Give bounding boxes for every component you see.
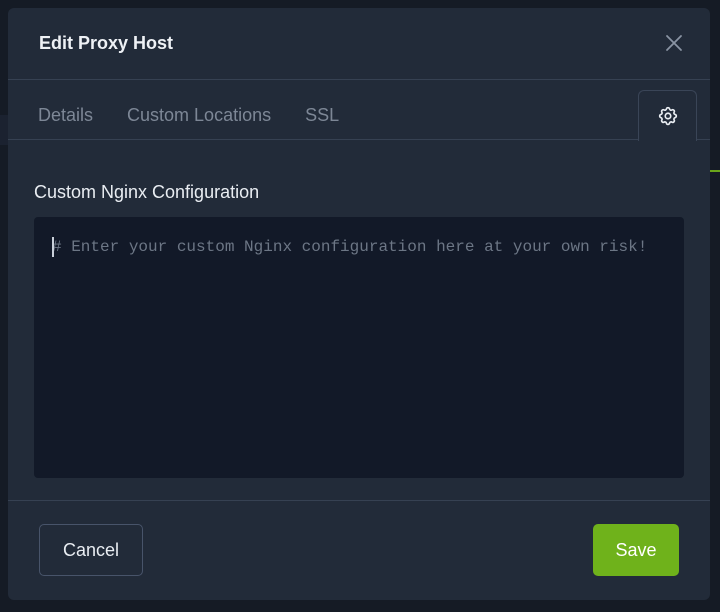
tab-ssl[interactable]: SSL xyxy=(305,105,339,139)
gear-icon xyxy=(658,106,677,126)
background-page-strip xyxy=(0,115,8,145)
nginx-config-editor[interactable]: # Enter your custom Nginx configuration … xyxy=(34,217,684,478)
close-button[interactable] xyxy=(664,33,684,53)
custom-nginx-config-label: Custom Nginx Configuration xyxy=(34,182,260,202)
advanced-tab-content: Custom Nginx Configuration # Enter your … xyxy=(8,140,710,478)
tab-custom-locations[interactable]: Custom Locations xyxy=(127,105,271,139)
editor-placeholder: # Enter your custom Nginx configuration … xyxy=(52,238,648,256)
modal-title: Edit Proxy Host xyxy=(39,33,174,53)
tab-advanced-settings[interactable] xyxy=(638,90,697,141)
modal-header: Edit Proxy Host xyxy=(8,8,710,80)
cancel-button[interactable]: Cancel xyxy=(39,524,143,576)
tab-details[interactable]: Details xyxy=(38,105,93,139)
editor-caret xyxy=(52,237,54,257)
save-button[interactable]: Save xyxy=(593,524,679,576)
close-icon xyxy=(666,35,682,51)
modal-footer: Cancel Save xyxy=(8,500,710,600)
tab-bar: Details Custom Locations SSL xyxy=(8,80,710,141)
edit-proxy-host-modal: Edit Proxy Host Details Custom Locations… xyxy=(8,8,710,600)
